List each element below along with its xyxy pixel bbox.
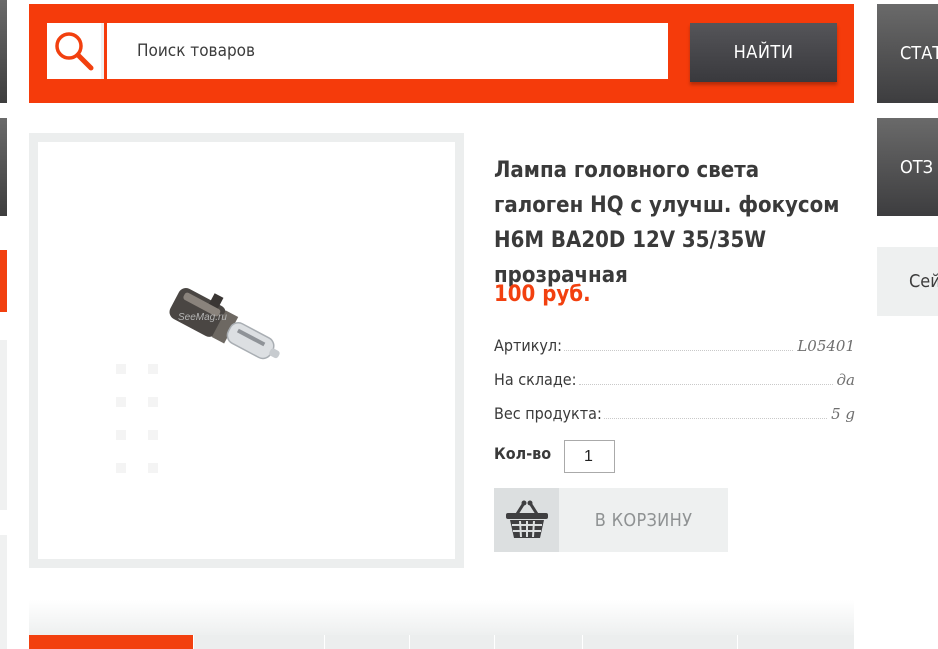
quantity-label: Кол-во xyxy=(494,444,552,463)
left-edge-panel xyxy=(0,535,7,649)
image-watermark: SeeMag.ru xyxy=(178,312,227,323)
attribute-leader xyxy=(603,418,828,419)
left-edge-panel xyxy=(0,0,7,103)
search-icon-button[interactable] xyxy=(47,23,104,79)
sidebar-item[interactable]: Сей xyxy=(877,247,938,316)
product-image[interactable]: SeeMag.ru xyxy=(38,142,455,559)
attribute-leader xyxy=(563,350,794,351)
product-price: 100 руб. xyxy=(494,282,591,307)
search-input[interactable] xyxy=(107,23,668,79)
search-icon xyxy=(55,32,94,71)
tab[interactable] xyxy=(194,635,325,649)
section-divider xyxy=(29,600,854,635)
add-to-cart-button[interactable]: В КОРЗИНУ xyxy=(494,488,728,552)
tab[interactable] xyxy=(325,635,410,649)
attribute-row-sku: Артикул: L05401 xyxy=(494,331,855,355)
cart-button-label: В КОРЗИНУ xyxy=(594,509,693,531)
sidebar-item-label: Сей xyxy=(909,271,938,292)
tab[interactable] xyxy=(738,635,854,649)
sidebar-button-articles[interactable]: СТАТ xyxy=(877,4,938,103)
product-title: Лампа головного света галоген HQ с улучш… xyxy=(494,158,840,288)
attribute-value: L05401 xyxy=(797,337,855,355)
attribute-row-stock: На складе: да xyxy=(494,365,855,389)
attribute-label: На складе: xyxy=(494,370,577,389)
attribute-leader xyxy=(578,384,833,385)
attribute-row-weight: Вес продукта: 5 g xyxy=(494,399,855,423)
search-button[interactable]: НАЙТИ xyxy=(690,23,837,82)
basket-icon xyxy=(505,500,548,538)
left-edge-panel xyxy=(0,118,7,216)
tab[interactable] xyxy=(410,635,495,649)
attribute-label: Артикул: xyxy=(494,336,562,355)
product-image-frame: SeeMag.ru xyxy=(29,133,464,568)
attribute-label: Вес продукта: xyxy=(494,404,602,423)
sidebar-button-reviews[interactable]: ОТЗ xyxy=(877,118,938,216)
attribute-value: 5 g xyxy=(831,405,855,423)
tab[interactable] xyxy=(583,635,738,649)
left-edge-accent xyxy=(0,250,7,312)
sidebar-button-label: ОТЗ xyxy=(900,156,934,178)
tab-active[interactable] xyxy=(29,635,194,649)
attribute-value: да xyxy=(836,371,855,389)
tab[interactable] xyxy=(495,635,583,649)
product-tabs xyxy=(29,635,854,649)
sidebar-button-label: СТАТ xyxy=(900,43,938,64)
left-edge-panel xyxy=(0,340,7,510)
halogen-bulb-image: SeeMag.ru xyxy=(116,288,280,473)
quantity-input[interactable] xyxy=(564,440,615,473)
cart-icon-box xyxy=(494,488,559,552)
